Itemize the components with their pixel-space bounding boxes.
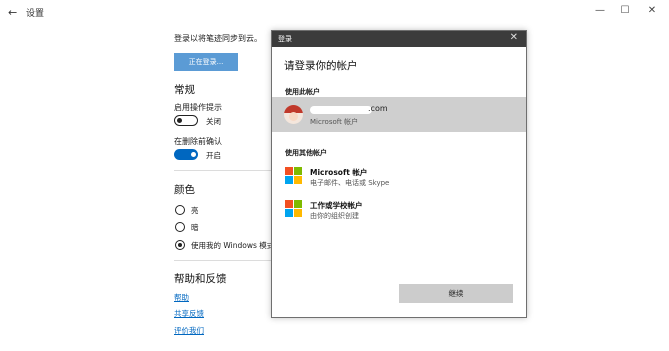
confirm-delete-label: 在删除前确认 [174,137,222,146]
radio-light-label: 亮 [191,206,199,215]
sign-in-dialog: 登录 ✕ 请登录你的帐户 使用此帐户 .com Microsoft 帐户 使用其… [271,30,527,318]
other-account-label: 使用其他帐户 [285,149,327,157]
microsoft-account-option[interactable]: Microsoft 帐户 电子邮件、电话或 Skype [272,162,526,190]
signing-in-button[interactable]: 正在登录... [174,53,238,71]
this-account-label: 使用此帐户 [285,88,320,96]
sync-label: 登录以将笔迹同步到云。 [174,34,262,43]
microsoft-logo-icon [285,167,302,184]
radio-dark-label: 暗 [191,223,199,232]
radio-dark[interactable] [175,222,185,232]
help-link[interactable]: 帮助 [174,292,189,303]
microsoft-logo-icon [285,200,302,217]
window-title: 设置 [26,9,45,19]
confirm-delete-state: 开启 [206,151,221,160]
dialog-titlebar: 登录 ✕ [272,31,526,47]
divider [174,260,274,261]
continue-button[interactable]: 继续 [399,284,513,303]
radio-windows-mode[interactable] [175,240,185,250]
work-school-account-option[interactable]: 工作或学校帐户 由你的组织创建 [272,195,526,223]
microsoft-account-title: Microsoft 帐户 [310,168,368,177]
general-heading: 常规 [174,84,195,96]
divider [174,170,274,171]
account-row[interactable]: .com Microsoft 帐户 [272,97,526,132]
dialog-close-icon[interactable]: ✕ [510,32,518,43]
confirm-delete-toggle[interactable] [174,149,198,160]
share-feedback-link[interactable]: 共享反馈 [174,308,204,319]
dialog-title: 登录 [278,35,292,43]
radio-light[interactable] [175,205,185,215]
back-arrow-icon[interactable]: ← [8,6,17,19]
dialog-heading: 请登录你的帐户 [284,60,358,72]
work-school-account-desc: 由你的组织创建 [310,212,359,220]
work-school-account-title: 工作或学校帐户 [310,201,363,210]
rate-us-link[interactable]: 评价我们 [174,325,204,336]
maximize-button[interactable]: ☐ [615,5,635,16]
close-window-button[interactable]: ✕ [642,5,662,16]
minimize-button[interactable]: — [590,5,610,16]
avatar [284,105,303,124]
help-heading: 帮助和反馈 [174,273,227,285]
show-tips-toggle[interactable] [174,115,198,126]
account-email: .com [368,104,388,113]
redacted-email [310,106,372,114]
radio-windows-mode-label: 使用我的 Windows 模式 [191,241,275,250]
show-tips-label: 启用操作提示 [174,103,222,112]
show-tips-state: 关闭 [206,117,221,126]
account-type: Microsoft 帐户 [310,118,359,126]
microsoft-account-desc: 电子邮件、电话或 Skype [310,179,390,187]
color-heading: 颜色 [174,184,195,196]
